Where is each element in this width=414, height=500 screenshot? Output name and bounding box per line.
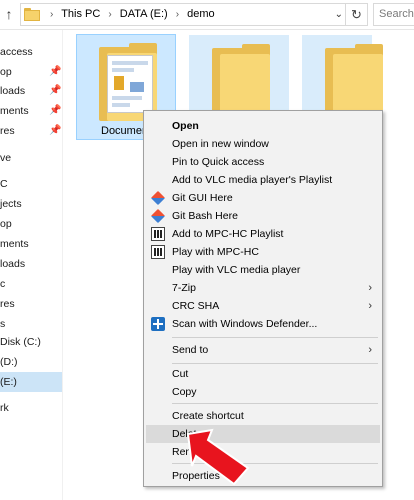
menu-item-delete[interactable]: Delete — [146, 425, 380, 443]
menu-item-add-vlc-playlist[interactable]: Add to VLC media player's Playlist — [146, 171, 380, 189]
pin-icon: 📌 — [49, 125, 62, 136]
menu-item-properties[interactable]: Properties — [146, 467, 380, 485]
crumb-this-pc[interactable]: This PC — [61, 8, 100, 20]
chevron-right-icon: › — [368, 300, 372, 312]
crumb-data-drive[interactable]: DATA (E:) — [120, 8, 168, 20]
document-preview-icon — [107, 55, 153, 113]
menu-item-open[interactable]: Open — [146, 117, 380, 135]
nav-item-downloads-pinned[interactable]: loads 📌 — [0, 81, 62, 101]
pin-icon: 📌 — [49, 85, 62, 96]
refresh-icon[interactable]: ↻ — [345, 4, 367, 25]
nav-item-documents-pinned[interactable]: ments 📌 — [0, 101, 62, 121]
windows-defender-icon — [151, 317, 165, 331]
up-arrow-icon[interactable]: ↑ — [2, 3, 16, 25]
nav-item-drive-e[interactable]: (E:) — [0, 372, 62, 392]
crumb-demo[interactable]: demo — [187, 8, 215, 20]
nav-item-quick-access[interactable]: access — [0, 42, 62, 62]
nav-item-desktop[interactable]: op — [0, 214, 62, 234]
nav-item-pictures-pinned[interactable]: res 📌 — [0, 121, 62, 141]
menu-item-7zip[interactable]: 7-Zip › — [146, 279, 380, 297]
nav-item-music[interactable]: c — [0, 274, 62, 294]
menu-item-play-vlc[interactable]: Play with VLC media player — [146, 261, 380, 279]
menu-item-crc-sha[interactable]: CRC SHA › — [146, 297, 380, 315]
chevron-right-icon: › — [368, 282, 372, 294]
menu-item-send-to[interactable]: Send to › — [146, 341, 380, 359]
nav-item-3d-objects[interactable]: jects — [0, 194, 62, 214]
menu-item-open-new-window[interactable]: Open in new window — [146, 135, 380, 153]
menu-item-rename[interactable]: Rename — [146, 443, 380, 461]
search-placeholder: Search — [379, 8, 414, 20]
git-icon — [150, 190, 166, 206]
nav-item-network[interactable]: rk — [0, 398, 62, 418]
nav-item-drive-d[interactable]: (D:) — [0, 352, 62, 372]
chevron-right-icon[interactable]: › — [171, 9, 184, 20]
menu-item-cut[interactable]: Cut — [146, 365, 380, 383]
navigation-pane: access op 📌 loads 📌 ments 📌 res 📌 ve C jects… — [0, 30, 62, 500]
folder-icon — [24, 8, 40, 21]
nav-item-documents[interactable]: ments — [0, 234, 62, 254]
address-toolbar: ↑ › This PC › DATA (E:) › demo ⌄ ↻ Searc… — [0, 0, 414, 30]
menu-item-copy[interactable]: Copy — [146, 383, 380, 401]
chevron-right-icon[interactable]: › — [45, 9, 58, 20]
nav-item-this-pc[interactable]: C — [0, 174, 62, 194]
nav-item-downloads[interactable]: loads — [0, 254, 62, 274]
git-icon — [150, 208, 166, 224]
breadcrumb: › This PC › DATA (E:) › demo — [45, 4, 215, 25]
pane-divider — [62, 30, 63, 500]
menu-item-git-bash[interactable]: Git Bash Here — [146, 207, 380, 225]
menu-separator — [172, 363, 378, 364]
pin-icon: 📌 — [49, 66, 62, 77]
search-input[interactable]: Search — [373, 3, 414, 26]
menu-item-create-shortcut[interactable]: Create shortcut — [146, 407, 380, 425]
menu-separator — [172, 337, 378, 338]
menu-item-scan-defender[interactable]: Scan with Windows Defender... — [146, 315, 380, 333]
menu-item-add-mpc-playlist[interactable]: Add to MPC-HC Playlist — [146, 225, 380, 243]
chevron-down-icon[interactable]: ⌄ — [335, 4, 343, 25]
nav-item-onedrive[interactable]: ve — [0, 148, 62, 168]
menu-item-play-mpc[interactable]: Play with MPC-HC — [146, 243, 380, 261]
chevron-right-icon[interactable]: › — [103, 9, 116, 20]
address-bar[interactable]: › This PC › DATA (E:) › demo ⌄ ↻ — [20, 3, 368, 26]
mpc-hc-icon — [151, 227, 165, 241]
context-menu: Open Open in new window Pin to Quick acc… — [143, 110, 383, 487]
pin-icon: 📌 — [49, 105, 62, 116]
menu-item-pin-quick-access[interactable]: Pin to Quick access — [146, 153, 380, 171]
nav-item-pictures[interactable]: res — [0, 294, 62, 314]
menu-separator — [172, 403, 378, 404]
red-pointer-arrow-icon — [186, 428, 250, 486]
nav-item-videos[interactable]: s — [0, 314, 62, 334]
mpc-hc-icon — [151, 245, 165, 259]
folder-label: Documen — [101, 125, 149, 137]
nav-item-local-disk-c[interactable]: Disk (C:) — [0, 332, 62, 352]
nav-item-desktop-pinned[interactable]: op 📌 — [0, 62, 62, 82]
chevron-right-icon: › — [368, 344, 372, 356]
menu-item-git-gui[interactable]: Git GUI Here — [146, 189, 380, 207]
